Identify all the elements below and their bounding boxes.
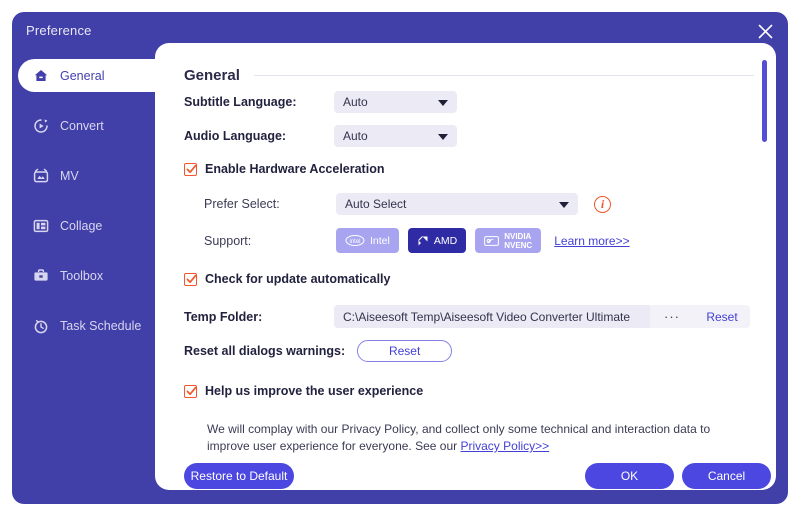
sidebar-item-label: Collage <box>60 218 103 233</box>
sidebar-item-convert[interactable]: Convert <box>18 109 161 142</box>
sidebar-item-label: Toolbox <box>60 268 104 283</box>
checkbox-checked-icon <box>184 162 197 176</box>
chip-label: Intel <box>370 234 390 247</box>
temp-folder-label: Temp Folder: <box>184 309 263 324</box>
privacy-policy-link[interactable]: Privacy Policy>> <box>460 439 549 453</box>
clock-icon <box>32 317 50 335</box>
subtitle-language-label: Subtitle Language: <box>184 95 297 109</box>
audio-language-label: Audio Language: <box>184 129 287 143</box>
sidebar-item-collage[interactable]: Collage <box>18 209 161 242</box>
sidebar-item-task-schedule[interactable]: Task Schedule <box>18 309 161 342</box>
settings-panel: General Subtitle Language: Auto Audio La… <box>155 43 776 490</box>
sidebar: General Convert MV Collage Toolbox Task … <box>12 55 167 504</box>
chevron-down-icon <box>438 134 448 140</box>
play-circle-icon <box>32 117 50 135</box>
home-icon <box>32 67 50 85</box>
chip-nvidia-nvenc[interactable]: NVIDIA NVENC <box>475 228 542 253</box>
hardware-acceleration-label: Enable Hardware Acceleration <box>205 162 385 176</box>
sidebar-item-general[interactable]: General <box>18 59 167 92</box>
reset-dialogs-label: Reset all dialogs warnings: <box>184 344 346 358</box>
privacy-description: We will complay with our Privacy Policy,… <box>207 421 747 455</box>
temp-folder-path[interactable]: C:\Aiseesoft Temp\Aiseesoft Video Conver… <box>334 305 650 328</box>
reset-dialogs-button[interactable]: Reset <box>357 340 453 362</box>
subtitle-language-select[interactable]: Auto <box>334 91 457 113</box>
sidebar-item-toolbox[interactable]: Toolbox <box>18 259 161 292</box>
chip-intel[interactable]: intel Intel <box>336 228 399 253</box>
support-row: Support: intel Intel AMD NVIDIA NVENC Le… <box>204 228 630 253</box>
learn-more-link[interactable]: Learn more>> <box>554 234 629 248</box>
subtitle-language-row: Subtitle Language: Auto <box>184 91 457 113</box>
section-header: General <box>184 67 754 84</box>
video-icon <box>32 167 50 185</box>
audio-language-value: Auto <box>343 129 368 143</box>
chip-label: AMD <box>433 234 458 247</box>
reset-dialogs-row: Reset all dialogs warnings: Reset <box>184 340 453 362</box>
chip-amd[interactable]: AMD <box>407 228 467 253</box>
sidebar-item-label: Task Schedule <box>60 318 142 333</box>
sidebar-item-mv[interactable]: MV <box>18 159 161 192</box>
hardware-acceleration-checkbox[interactable]: Enable Hardware Acceleration <box>184 162 384 176</box>
checkbox-checked-icon <box>184 272 197 286</box>
chip-label: NVIDIA NVENC <box>504 231 533 250</box>
cancel-button[interactable]: Cancel <box>682 463 771 489</box>
scrollbar-thumb[interactable] <box>762 60 767 142</box>
header-divider <box>253 75 754 76</box>
temp-folder-reset-button[interactable]: Reset <box>694 305 750 328</box>
sidebar-item-label: MV <box>60 168 79 183</box>
page-title: General <box>184 67 240 84</box>
audio-language-row: Audio Language: Auto <box>184 125 457 147</box>
window-title: Preference <box>26 23 92 38</box>
check-update-checkbox[interactable]: Check for update automatically <box>184 272 390 286</box>
prefer-select-label: Prefer Select: <box>204 197 280 211</box>
subtitle-language-value: Auto <box>343 95 368 109</box>
intel-logo-icon: intel <box>345 235 365 246</box>
improve-experience-label: Help us improve the user experience <box>205 384 424 398</box>
briefcase-icon <box>32 267 50 285</box>
info-icon[interactable]: i <box>594 195 611 213</box>
nvidia-logo-icon <box>484 235 500 247</box>
settings-scroll-area: General Subtitle Language: Auto Audio La… <box>155 43 776 490</box>
support-label: Support: <box>204 233 252 248</box>
privacy-description-text: We will complay with our Privacy Policy,… <box>207 422 711 453</box>
preference-window: Preference General Convert MV Collage To… <box>12 12 788 504</box>
sidebar-item-label: General <box>60 68 105 83</box>
prefer-select-dropdown[interactable]: Auto Select <box>336 193 578 215</box>
browse-button[interactable]: ··· <box>650 305 694 328</box>
chevron-down-icon <box>559 202 569 208</box>
amd-logo-icon <box>417 235 429 247</box>
temp-folder-group: C:\Aiseesoft Temp\Aiseesoft Video Conver… <box>334 305 750 328</box>
svg-text:intel: intel <box>349 239 360 245</box>
prefer-select-value: Auto Select <box>345 197 407 211</box>
temp-folder-row: Temp Folder: C:\Aiseesoft Temp\Aiseesoft… <box>184 305 750 328</box>
ok-button[interactable]: OK <box>585 463 674 489</box>
sidebar-item-label: Convert <box>60 118 104 133</box>
chevron-down-icon <box>438 100 448 106</box>
close-icon[interactable] <box>750 16 780 46</box>
check-update-label: Check for update automatically <box>205 272 391 286</box>
checkbox-checked-icon <box>184 384 197 398</box>
prefer-select-row: Prefer Select: Auto Select i <box>204 193 611 215</box>
improve-experience-checkbox[interactable]: Help us improve the user experience <box>184 384 423 398</box>
audio-language-select[interactable]: Auto <box>334 125 457 147</box>
restore-to-default-button[interactable]: Restore to Default <box>184 463 294 489</box>
layout-icon <box>32 217 50 235</box>
